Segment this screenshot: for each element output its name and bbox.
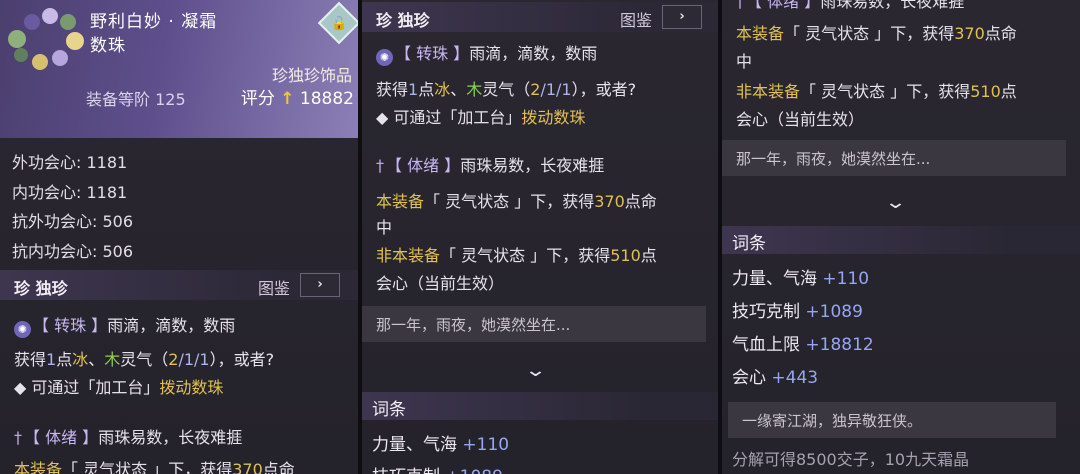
entry-row: 技巧克制 +1089 <box>372 462 503 474</box>
entry-row: 力量、气海 +110 <box>732 269 870 289</box>
item-header: 野利白妙 · 凝霜 数珠 🔓 珍独珍饰品 装备等阶 125 评分 ↑ 18882 <box>0 0 358 138</box>
skill-line: ✺ 【 转珠 】雨滴，滴数，数雨 <box>14 314 235 338</box>
chevron-down-icon[interactable]: ⌄ <box>524 360 547 381</box>
score-up-arrow-icon: ↑ <box>280 89 295 109</box>
skill-hint: ◆ 可通过「加工台」拨动数珠 <box>376 108 586 127</box>
codex-label[interactable]: 图鉴 <box>258 275 290 299</box>
skill-effect: 本装备「 灵气状态 」下，获得370点命 <box>736 24 1017 43</box>
swirl-icon: ✺ <box>14 321 31 338</box>
decompose-info: 分解可得8500交子，10九天霜晶 <box>732 450 970 469</box>
codex-arrow-button[interactable]: › <box>662 5 702 29</box>
flavor-quote-2: 一缘寄江湖，独异敬狂侠。 <box>728 402 1056 438</box>
flavor-quote: 那一年，雨夜，她漠然坐在... <box>722 140 1066 176</box>
section-header: 珍 独珍 图鉴 › <box>362 2 718 32</box>
entry-row: 气血上限 +18812 <box>732 335 874 355</box>
skill-effect: 获得1点冰、木灵气（2/1/1），或者? <box>376 80 637 99</box>
entries-header: 词条 <box>722 226 1080 254</box>
prayer-beads-image <box>4 6 86 76</box>
skill-effect-wrap: 中 <box>376 218 393 237</box>
item-name: 野利白妙 · 凝霜 数珠 <box>90 10 217 58</box>
skill-effect-wrap: 中 <box>736 52 753 71</box>
item-name-line1: 野利白妙 · 凝霜 <box>90 12 218 32</box>
entry-row: 会心 +443 <box>732 368 819 388</box>
skill-hint: ◆ 可通过「加工台」拨动数珠 <box>14 378 224 397</box>
skill-effect-wrap: 会心（当前生效） <box>736 110 865 129</box>
section-header: 珍 独珍 图鉴 › <box>0 270 358 300</box>
equip-level: 装备等阶 125 <box>86 90 186 109</box>
skill-line: ✺ 【 转珠 】雨滴，滴数，数雨 <box>376 42 597 66</box>
codex-arrow-button[interactable]: › <box>300 273 340 297</box>
flavor-quote: 那一年，雨夜，她漠然坐在... <box>362 306 706 342</box>
score: 评分 ↑ 18882 <box>240 89 354 109</box>
skill-effect: 非本装备「 灵气状态 」下，获得510点 <box>376 246 657 265</box>
sword-icon: † <box>376 156 384 175</box>
skill-effect: 获得1点冰、木灵气（2/1/1），或者? <box>14 350 275 369</box>
sword-icon: † <box>736 0 744 11</box>
skill-effect: 非本装备「 灵气状态 」下，获得510点 <box>736 82 1017 101</box>
skill-line: † 【 体绪 】雨珠易数，长夜难捱 <box>14 428 243 447</box>
entry-row: 技巧克制 +1089 <box>732 302 863 322</box>
codex-label[interactable]: 图鉴 <box>620 7 652 31</box>
item-tooltip-panel-3: † 【 体绪 】雨珠易数，长夜难捱 本装备「 灵气状态 」下，获得370点命 中 … <box>722 0 1080 474</box>
skill-effect: 本装备「 灵气状态 」下，获得370点命 <box>376 192 657 211</box>
item-name-line2: 数珠 <box>90 36 126 56</box>
sword-icon: † <box>14 428 22 447</box>
unlock-icon[interactable]: 🔓 <box>317 1 358 45</box>
stat-row: 抗外功会心: 506 <box>12 212 134 231</box>
item-tooltip-panel-1: 野利白妙 · 凝霜 数珠 🔓 珍独珍饰品 装备等阶 125 评分 ↑ 18882… <box>0 0 358 474</box>
rarity-label: 珍独珍饰品 <box>271 66 352 85</box>
stat-row: 外功会心: 1181 <box>12 153 128 172</box>
skill-effect: 本装备「 灵气状态 」下，获得370点命 <box>14 460 295 474</box>
skill-effect-wrap: 会心（当前生效） <box>376 274 505 293</box>
skill-line: † 【 体绪 】雨珠易数，长夜难捱 <box>376 156 605 175</box>
entries-header: 词条 <box>362 392 718 420</box>
stat-row: 内功会心: 1181 <box>12 182 128 202</box>
item-tooltip-panel-2: 珍 独珍 图鉴 › ✺ 【 转珠 】雨滴，滴数，数雨 获得1点冰、木灵气（2/1/… <box>362 0 718 474</box>
entry-row: 力量、气海 +110 <box>372 435 510 455</box>
score-value: 18882 <box>299 89 354 109</box>
stats-list: 外功会心: 1181 内功会心: 1181 抗外功会心: 506 抗内功会心: … <box>12 148 133 266</box>
stat-row: 抗内功会心: 506 <box>12 241 134 261</box>
swirl-icon: ✺ <box>376 49 393 66</box>
skill-line: † 【 体绪 】雨珠易数，长夜难捱 <box>736 0 964 14</box>
chevron-down-icon[interactable]: ⌄ <box>884 192 907 213</box>
